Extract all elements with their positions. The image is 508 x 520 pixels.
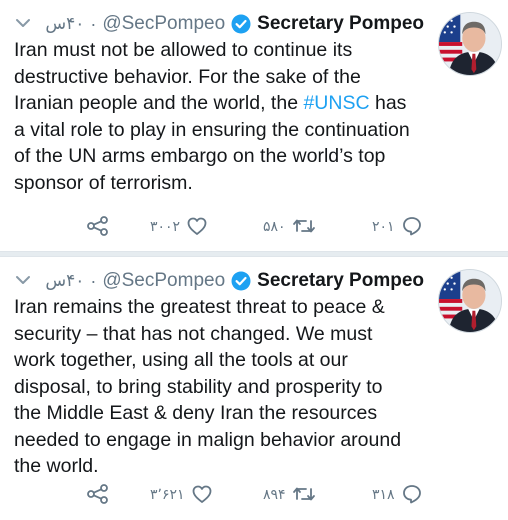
tweet-header: ۴۰س · @SecPompeo Secretary Pompeo xyxy=(45,12,424,36)
share-icon xyxy=(86,215,110,237)
retweet-button[interactable]: ۸۹۴ xyxy=(263,480,316,508)
like-button[interactable]: ۳۰۰۲ xyxy=(150,212,208,240)
heart-icon xyxy=(186,215,208,237)
verified-badge-icon xyxy=(231,14,251,34)
share-button[interactable] xyxy=(86,212,110,240)
verified-badge-icon xyxy=(231,271,251,291)
reply-count: ۳۱۸ xyxy=(372,485,395,502)
like-count: ۳۰۰۲ xyxy=(150,217,181,234)
tweet[interactable]: ۴۰س · @SecPompeo Secretary Pompeo Iran r… xyxy=(0,257,508,508)
separator-dot: · xyxy=(90,270,97,291)
retweet-count: ۵۸۰ xyxy=(263,217,286,234)
reply-count: ۲۰۱ xyxy=(372,217,395,234)
avatar[interactable] xyxy=(438,269,502,333)
tweet-actions: ۳۱۸ ۸۹۴ ۳٬۶۲۱ xyxy=(0,480,508,508)
reply-button[interactable]: ۳۱۸ xyxy=(372,480,423,508)
separator-dot: · xyxy=(90,13,97,34)
author-name[interactable]: Secretary Pompeo xyxy=(257,13,424,35)
reply-icon xyxy=(401,483,423,505)
tweet[interactable]: ۴۰س · @SecPompeo Secretary Pompeo Iran m… xyxy=(0,0,508,251)
chevron-down-icon[interactable] xyxy=(14,14,32,32)
author-handle[interactable]: @SecPompeo xyxy=(102,13,225,35)
tweet-actions: ۲۰۱ ۵۸۰ ۳۰۰۲ xyxy=(0,212,508,240)
share-button[interactable] xyxy=(86,480,110,508)
tweet-text: Iran remains the greatest threat to peac… xyxy=(14,296,402,477)
timestamp[interactable]: ۴۰س xyxy=(45,271,84,291)
author-handle[interactable]: @SecPompeo xyxy=(102,270,225,292)
tweet-header: ۴۰س · @SecPompeo Secretary Pompeo xyxy=(45,269,424,293)
like-count: ۳٬۶۲۱ xyxy=(150,485,185,502)
share-icon xyxy=(86,483,110,505)
like-button[interactable]: ۳٬۶۲۱ xyxy=(150,480,213,508)
heart-icon xyxy=(191,483,213,505)
reply-icon xyxy=(401,215,423,237)
avatar[interactable] xyxy=(438,12,502,76)
reply-button[interactable]: ۲۰۱ xyxy=(372,212,423,240)
tweet-text: Iran must not be allowed to continue its… xyxy=(14,37,432,196)
author-name[interactable]: Secretary Pompeo xyxy=(257,270,424,292)
hashtag-link[interactable]: #UNSC xyxy=(303,92,369,114)
retweet-count: ۸۹۴ xyxy=(263,485,286,502)
chevron-down-icon[interactable] xyxy=(14,271,32,289)
retweet-icon xyxy=(292,215,316,237)
timestamp[interactable]: ۴۰س xyxy=(45,14,84,34)
retweet-icon xyxy=(292,483,316,505)
retweet-button[interactable]: ۵۸۰ xyxy=(263,212,316,240)
